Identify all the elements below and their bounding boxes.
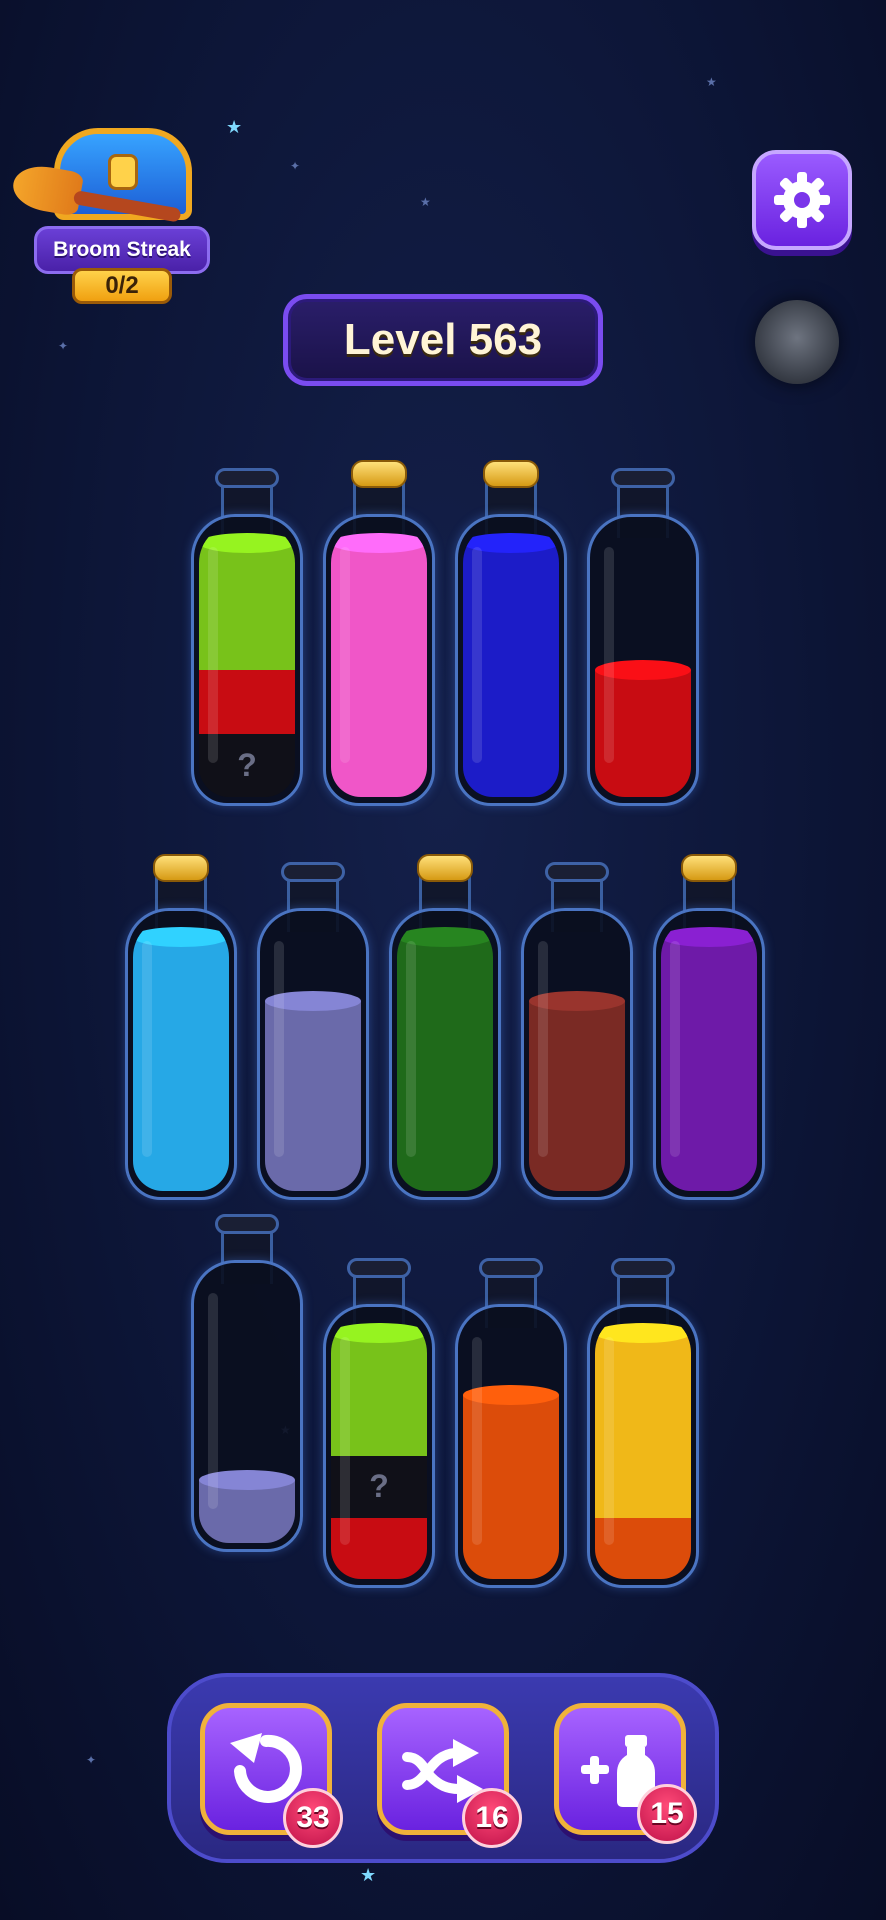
bottle[interactable] <box>455 1258 567 1588</box>
glass-highlight <box>142 941 152 1157</box>
glass-highlight <box>472 1337 482 1545</box>
bottle-body: ? <box>191 514 303 806</box>
bottle[interactable]: ? <box>191 468 303 806</box>
bottle-body <box>323 514 435 806</box>
bottle[interactable] <box>521 862 633 1200</box>
bottle-lip <box>215 1214 279 1234</box>
bottle[interactable]: ? <box>323 1258 435 1588</box>
bottle-lip <box>347 1258 411 1278</box>
undo-count-badge: 33 <box>283 1788 343 1848</box>
add-bottle-button[interactable]: 15 <box>554 1703 697 1844</box>
cork-icon <box>483 460 539 488</box>
bottle-body <box>191 1260 303 1552</box>
star-decoration: ★ <box>706 75 717 89</box>
bottle-lip <box>611 468 675 488</box>
bottle[interactable] <box>455 460 567 806</box>
bottle-body <box>587 1304 699 1588</box>
glass-highlight <box>340 547 350 763</box>
bottle-body <box>587 514 699 806</box>
bottle-body <box>455 514 567 806</box>
bottle-body <box>455 1304 567 1588</box>
bottle-body <box>521 908 633 1200</box>
bottle[interactable] <box>191 1214 303 1552</box>
bottle[interactable] <box>653 854 765 1200</box>
bottle-body <box>125 908 237 1200</box>
glass-highlight <box>604 547 614 763</box>
undo-button[interactable]: 33 <box>200 1703 343 1848</box>
glass-highlight <box>538 941 548 1157</box>
cork-icon <box>417 854 473 882</box>
bottle-body: ? <box>323 1304 435 1588</box>
glass-highlight <box>274 941 284 1157</box>
bottle-body <box>653 908 765 1200</box>
bottle[interactable] <box>125 854 237 1200</box>
glass-highlight <box>670 941 680 1157</box>
shuffle-button[interactable]: 16 <box>377 1703 522 1848</box>
bottle-lip <box>281 862 345 882</box>
bottle[interactable] <box>587 1258 699 1588</box>
glass-highlight <box>208 1293 218 1509</box>
bottle[interactable] <box>323 460 435 806</box>
add-bottle-count-badge: 15 <box>637 1784 697 1844</box>
bottle-body <box>389 908 501 1200</box>
glass-highlight <box>406 941 416 1157</box>
glass-highlight <box>208 547 218 763</box>
star-decoration: ★ <box>226 117 243 137</box>
lock-icon <box>108 154 138 190</box>
broom-streak-widget[interactable]: Broom Streak 0/2 <box>9 118 212 308</box>
bottle[interactable] <box>389 854 501 1200</box>
star-decoration: ✦ <box>58 339 69 353</box>
bottle[interactable] <box>587 468 699 806</box>
settings-button[interactable] <box>752 150 852 250</box>
level-indicator: Level 563 <box>283 294 603 386</box>
shuffle-count-badge: 16 <box>462 1788 522 1848</box>
star-decoration: ✦ <box>290 159 301 173</box>
broom-streak-count: 0/2 <box>72 268 172 304</box>
glass-highlight <box>604 1337 614 1545</box>
star-decoration: ★ <box>420 195 431 209</box>
star-decoration: ★ <box>360 1865 377 1885</box>
cork-icon <box>351 460 407 488</box>
glass-highlight <box>340 1337 350 1545</box>
broom-streak-label: Broom Streak <box>34 226 210 274</box>
bottle-body <box>257 908 369 1200</box>
bottle-lip <box>611 1258 675 1278</box>
assistive-touch-orb[interactable] <box>755 300 839 384</box>
bottle[interactable] <box>257 862 369 1200</box>
gear-icon <box>774 172 830 228</box>
star-decoration: ✦ <box>86 1753 97 1767</box>
glass-highlight <box>472 547 482 763</box>
bottle-lip <box>215 468 279 488</box>
bottle-lip <box>479 1258 543 1278</box>
bottle-lip <box>545 862 609 882</box>
cork-icon <box>153 854 209 882</box>
cork-icon <box>681 854 737 882</box>
